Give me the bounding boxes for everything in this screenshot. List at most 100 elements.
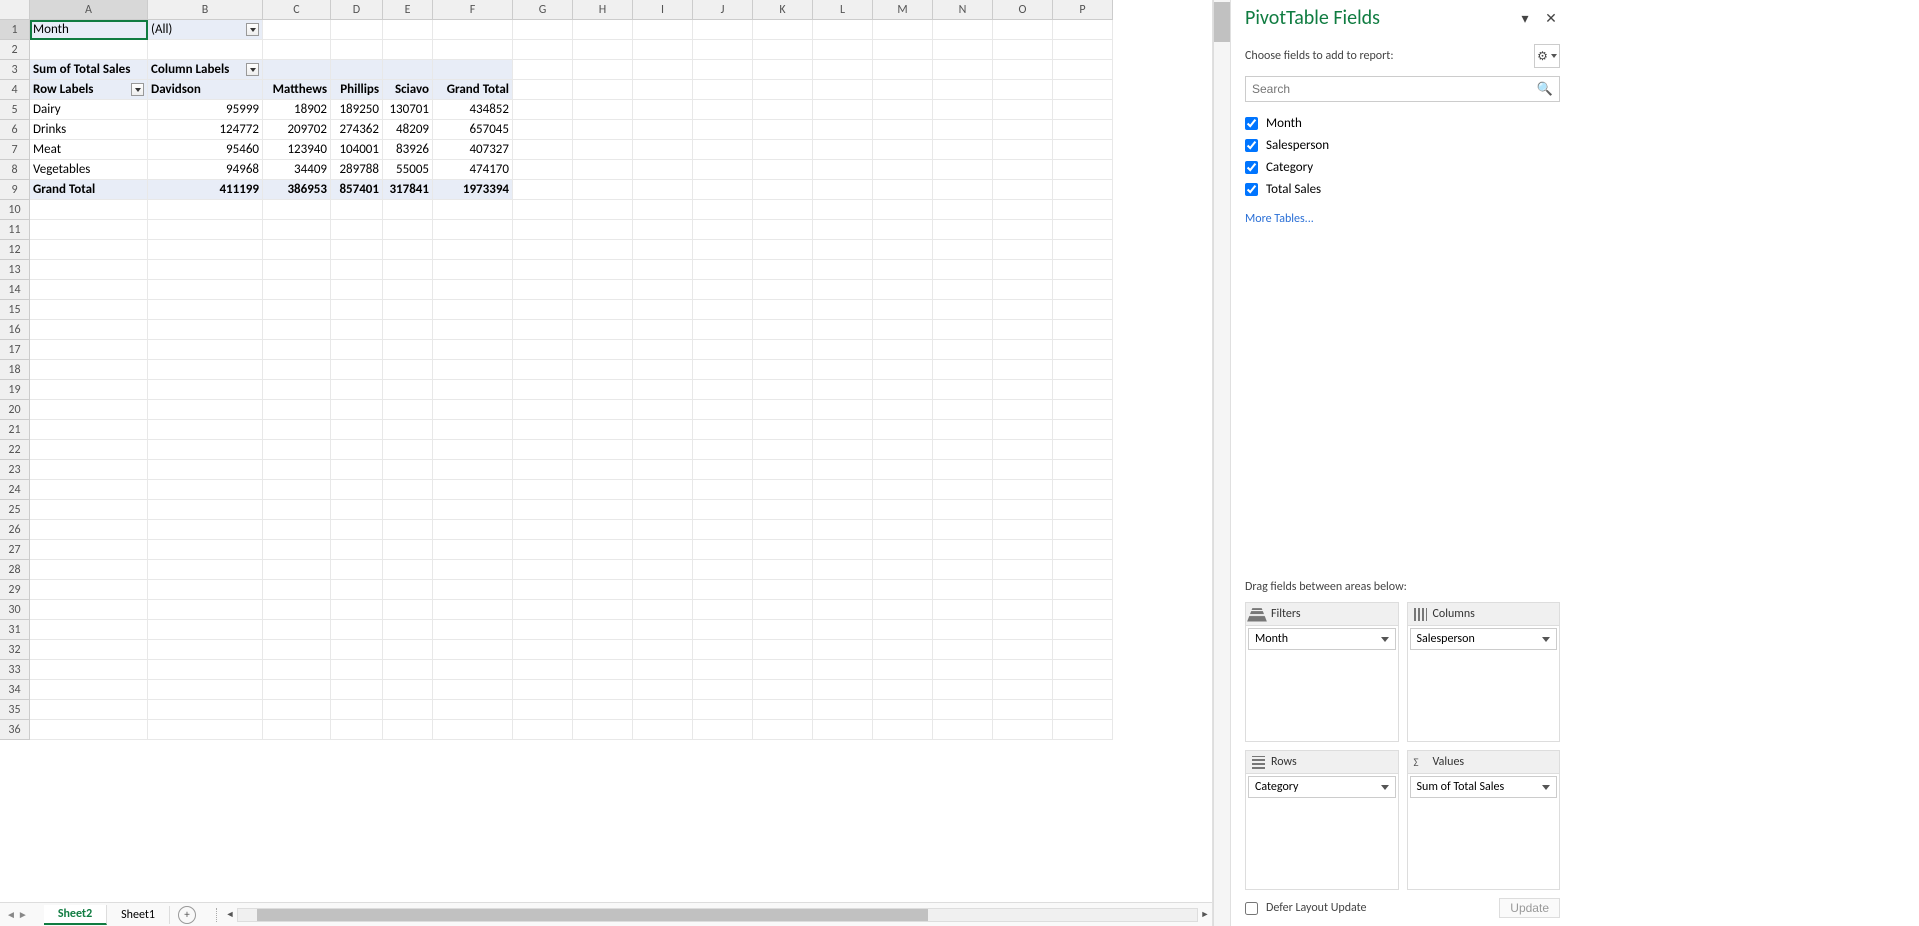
cell[interactable] <box>693 100 753 120</box>
cell[interactable] <box>30 420 148 440</box>
cell[interactable] <box>693 660 753 680</box>
cell[interactable] <box>30 660 148 680</box>
row-header[interactable]: 5 <box>0 100 30 120</box>
column-header[interactable]: B <box>148 0 263 20</box>
cell[interactable] <box>633 640 693 660</box>
cell[interactable] <box>263 540 331 560</box>
cell[interactable] <box>263 260 331 280</box>
cell[interactable] <box>993 300 1053 320</box>
cell[interactable] <box>433 260 513 280</box>
cell[interactable] <box>993 280 1053 300</box>
cell[interactable] <box>383 660 433 680</box>
cell[interactable] <box>1053 200 1113 220</box>
cell[interactable] <box>633 260 693 280</box>
cell[interactable] <box>148 560 263 580</box>
cell[interactable] <box>813 480 873 500</box>
cell[interactable] <box>433 320 513 340</box>
cell[interactable] <box>813 60 873 80</box>
cell[interactable] <box>513 300 573 320</box>
cell[interactable] <box>30 240 148 260</box>
cell[interactable] <box>693 80 753 100</box>
cell[interactable] <box>933 480 993 500</box>
row-header[interactable]: 7 <box>0 140 30 160</box>
cell[interactable] <box>1053 120 1113 140</box>
row-header[interactable]: 26 <box>0 520 30 540</box>
row-header[interactable]: 27 <box>0 540 30 560</box>
cell[interactable]: 289788 <box>331 160 383 180</box>
cell[interactable] <box>573 240 633 260</box>
cell[interactable] <box>933 100 993 120</box>
cell[interactable] <box>1053 500 1113 520</box>
column-header[interactable]: P <box>1053 0 1113 20</box>
cell[interactable] <box>383 440 433 460</box>
cell[interactable] <box>1053 280 1113 300</box>
column-header[interactable]: F <box>433 0 513 20</box>
cell[interactable]: 34409 <box>263 160 331 180</box>
cell[interactable] <box>753 140 813 160</box>
cell[interactable] <box>993 60 1053 80</box>
cell[interactable] <box>633 680 693 700</box>
cell[interactable] <box>148 500 263 520</box>
cell[interactable] <box>753 280 813 300</box>
cell[interactable] <box>148 620 263 640</box>
cell[interactable] <box>1053 580 1113 600</box>
cell[interactable] <box>993 240 1053 260</box>
cell[interactable] <box>30 300 148 320</box>
cell[interactable] <box>383 260 433 280</box>
cell[interactable] <box>633 620 693 640</box>
cell[interactable] <box>573 700 633 720</box>
cell[interactable] <box>813 120 873 140</box>
cell[interactable]: 55005 <box>383 160 433 180</box>
row-header[interactable]: 9 <box>0 180 30 200</box>
cell[interactable] <box>263 360 331 380</box>
cell[interactable]: Dairy <box>30 100 148 120</box>
field-item[interactable]: Month <box>1245 112 1560 134</box>
cell[interactable]: 95460 <box>148 140 263 160</box>
cell[interactable] <box>30 540 148 560</box>
nav-first-icon[interactable]: ◄ <box>6 908 16 921</box>
cell[interactable] <box>433 540 513 560</box>
cell[interactable] <box>148 260 263 280</box>
cell[interactable] <box>633 300 693 320</box>
cell[interactable]: Grand Total <box>30 180 148 200</box>
cell[interactable] <box>693 140 753 160</box>
row-header[interactable]: 3 <box>0 60 30 80</box>
cell[interactable] <box>1053 600 1113 620</box>
cell[interactable] <box>993 540 1053 560</box>
cell[interactable] <box>263 220 331 240</box>
cell[interactable] <box>753 500 813 520</box>
cell[interactable] <box>1053 20 1113 40</box>
cell[interactable] <box>993 220 1053 240</box>
cell[interactable] <box>813 720 873 740</box>
cell[interactable] <box>1053 180 1113 200</box>
cell[interactable] <box>513 720 573 740</box>
cell[interactable] <box>331 520 383 540</box>
cell[interactable] <box>693 180 753 200</box>
cell[interactable] <box>433 520 513 540</box>
cell[interactable] <box>693 620 753 640</box>
cell[interactable] <box>873 200 933 220</box>
row-header[interactable]: 24 <box>0 480 30 500</box>
cell[interactable] <box>633 660 693 680</box>
cell[interactable] <box>873 520 933 540</box>
cell[interactable] <box>331 440 383 460</box>
cell[interactable] <box>513 400 573 420</box>
cell[interactable]: 1973394 <box>433 180 513 200</box>
cell[interactable] <box>873 700 933 720</box>
cell[interactable] <box>873 340 933 360</box>
cell[interactable] <box>513 660 573 680</box>
row-header[interactable]: 28 <box>0 560 30 580</box>
cell[interactable] <box>331 560 383 580</box>
cell[interactable] <box>573 640 633 660</box>
cell[interactable]: Grand Total <box>433 80 513 100</box>
cell[interactable] <box>933 80 993 100</box>
cell[interactable] <box>433 20 513 40</box>
row-header[interactable]: 32 <box>0 640 30 660</box>
cell[interactable] <box>813 640 873 660</box>
cell[interactable] <box>753 200 813 220</box>
cell[interactable] <box>383 220 433 240</box>
row-header[interactable]: 1 <box>0 20 30 40</box>
cell[interactable]: 657045 <box>433 120 513 140</box>
cell[interactable] <box>263 560 331 580</box>
cell[interactable] <box>433 420 513 440</box>
